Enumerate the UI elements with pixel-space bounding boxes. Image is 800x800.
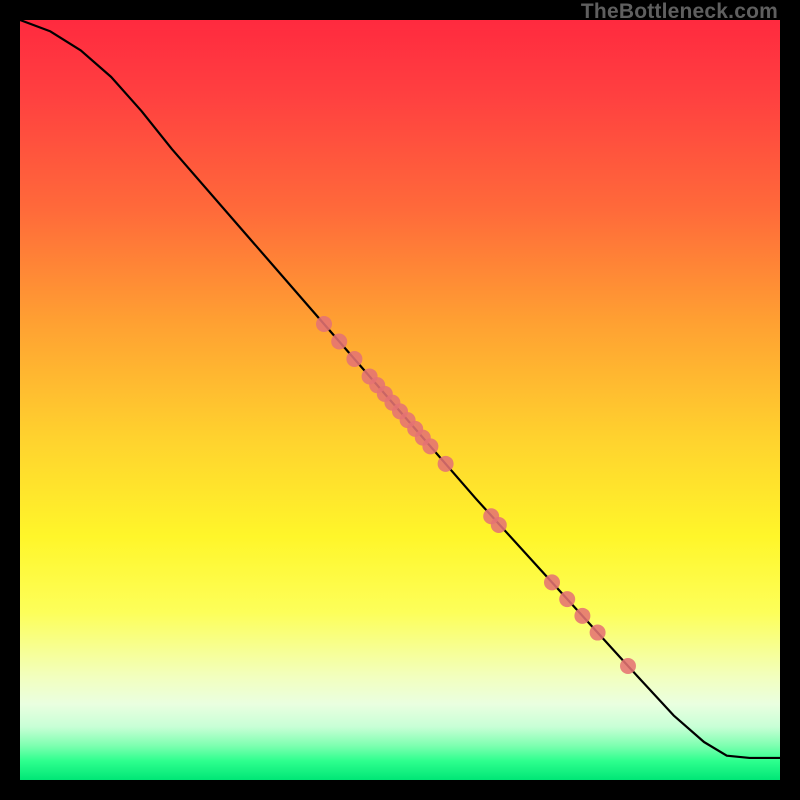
marker-dot xyxy=(316,316,332,332)
marker-dot xyxy=(559,591,575,607)
marker-dot xyxy=(331,333,347,349)
marker-dot xyxy=(590,625,606,641)
marker-dot xyxy=(438,456,454,472)
chart-overlay xyxy=(20,20,780,780)
gradient-plot-area xyxy=(20,20,780,780)
marker-dot xyxy=(620,658,636,674)
marker-dot xyxy=(346,351,362,367)
marker-dot xyxy=(422,438,438,454)
curve-line xyxy=(20,20,780,758)
marker-dot xyxy=(544,574,560,590)
marker-dot xyxy=(574,608,590,624)
marker-dot xyxy=(491,517,507,533)
chart-frame: TheBottleneck.com xyxy=(0,0,800,800)
